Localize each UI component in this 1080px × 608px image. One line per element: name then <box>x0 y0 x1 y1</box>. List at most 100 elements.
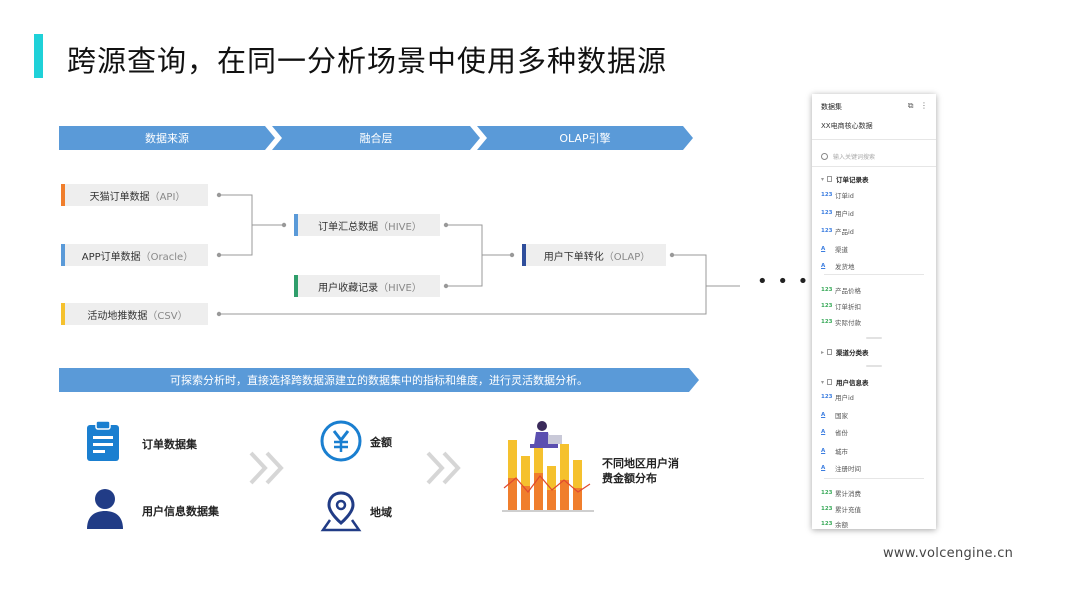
field-name: 订单id <box>835 192 854 200</box>
user-icon <box>87 489 123 529</box>
node-color-bar <box>294 275 298 297</box>
field-item[interactable]: A 省份 <box>821 427 848 437</box>
measure-item[interactable]: 123 产品价格 <box>821 285 861 295</box>
table-name: 用户信息表 <box>836 379 869 387</box>
source-node-tmall: 天猫订单数据（API） <box>61 184 208 206</box>
measure-item[interactable]: 123 累计消费 <box>821 488 861 498</box>
panel-search-input[interactable]: 输入关键词搜索 <box>821 149 927 163</box>
number-icon: 123 <box>821 319 833 325</box>
double-chevron-icon <box>249 451 284 485</box>
field-item[interactable]: 123 产品id <box>821 226 854 236</box>
connector-dot <box>669 252 675 258</box>
field-item[interactable]: 123 订单id <box>821 190 854 200</box>
number-icon: 123 <box>821 490 833 496</box>
panel-divider <box>812 166 936 167</box>
ellipsis: • • • <box>757 271 811 292</box>
measure-item[interactable]: 123 累计充值 <box>821 504 861 514</box>
text-icon: A <box>821 429 826 435</box>
connector-line <box>219 286 707 315</box>
node-label: 订单汇总数据（HIVE） <box>318 221 422 233</box>
measure-item[interactable]: 123 实际付款 <box>821 317 861 327</box>
panel-link-icon[interactable]: ⧉ <box>908 101 914 110</box>
olap-node-conversion: 用户下单转化（OLAP） <box>522 244 666 266</box>
table-name: 渠道分类表 <box>836 349 869 357</box>
table-icon <box>827 379 833 385</box>
node-label: APP订单数据（Oracle） <box>81 251 194 263</box>
connector-dot <box>216 192 222 198</box>
dataset-label-orders: 订单数据集 <box>142 438 197 451</box>
node-color-bar <box>294 214 298 236</box>
field-name: 国家 <box>835 412 848 420</box>
table-name: 订单记录表 <box>836 176 869 184</box>
field-item[interactable]: A 城市 <box>821 446 848 456</box>
bar-chart-illustration <box>502 421 594 512</box>
panel-actions: ⧉ ⋮ <box>908 101 928 111</box>
field-item[interactable]: A 发货地 <box>821 261 855 271</box>
number-icon: 123 <box>821 303 833 309</box>
field-name: 城市 <box>835 448 848 456</box>
field-item[interactable]: A 注册时间 <box>821 463 861 473</box>
node-color-bar <box>61 184 65 206</box>
text-icon: A <box>821 465 826 471</box>
field-name: 渠道 <box>835 246 848 254</box>
node-label: 用户下单转化（OLAP） <box>543 251 651 263</box>
number-icon: 123 <box>821 210 833 216</box>
text-icon: A <box>821 448 826 454</box>
panel-resize-handle[interactable] <box>866 365 882 367</box>
panel-divider <box>824 478 924 479</box>
panel-title: 数据集 <box>821 103 842 111</box>
text-icon: A <box>821 412 826 418</box>
field-name: 用户id <box>835 210 854 218</box>
measure-item[interactable]: 123 订单折扣 <box>821 301 861 311</box>
dataset-label-users: 用户信息数据集 <box>142 505 219 518</box>
result-label: 不同地区用户消 费金额分布 <box>602 456 679 486</box>
field-item[interactable]: A 国家 <box>821 410 848 420</box>
table-icon <box>827 176 833 182</box>
result-label-line: 不同地区用户消 <box>602 457 679 470</box>
source-node-app: APP订单数据（Oracle） <box>61 244 208 266</box>
node-label: 用户收藏记录（HIVE） <box>318 282 422 294</box>
field-item[interactable]: 123 用户id <box>821 392 854 402</box>
text-icon: A <box>821 263 826 269</box>
panel-divider <box>812 139 936 140</box>
table-item-orders[interactable]: ▾ 订单记录表 <box>821 174 869 185</box>
field-name: 产品id <box>835 228 854 236</box>
panel-dataset-name: XX电商核心数据 <box>821 122 873 130</box>
number-icon: 123 <box>821 394 833 400</box>
measure-name: 累计消费 <box>835 490 861 498</box>
measure-name: 订单折扣 <box>835 303 861 311</box>
panel-divider <box>824 274 924 275</box>
connector-dot <box>443 283 449 289</box>
search-icon <box>821 152 828 160</box>
connector-dot <box>216 252 222 258</box>
node-color-bar <box>522 244 526 266</box>
connector-line <box>219 225 253 256</box>
connector-dot <box>509 252 515 258</box>
node-color-bar <box>61 244 65 266</box>
double-chevron-icon <box>426 451 461 485</box>
measure-name: 实际付款 <box>835 319 861 327</box>
table-item-channel[interactable]: ▸ 渠道分类表 <box>821 347 869 358</box>
caret-down-icon[interactable]: ▾ <box>821 379 824 386</box>
text-icon: A <box>821 246 826 252</box>
clipboard-icon <box>87 420 119 461</box>
connector-line <box>672 254 740 287</box>
explore-banner: 可探索分析时，直接选择跨数据源建立的数据集中的指标和维度，进行灵活数据分析。 <box>59 368 699 392</box>
field-name: 发货地 <box>835 263 855 271</box>
field-label-amount: 金额 <box>370 436 392 449</box>
panel-more-icon[interactable]: ⋮ <box>920 101 928 110</box>
measure-name: 余额 <box>835 521 848 529</box>
node-label: 天猫订单数据（API） <box>89 191 186 203</box>
caret-right-icon[interactable]: ▸ <box>821 349 824 356</box>
panel-resize-handle[interactable] <box>866 337 882 339</box>
number-icon: 123 <box>821 521 833 527</box>
number-icon: 123 <box>821 506 833 512</box>
caret-down-icon[interactable]: ▾ <box>821 176 824 183</box>
table-item-users[interactable]: ▾ 用户信息表 <box>821 377 869 388</box>
measure-name: 累计充值 <box>835 506 861 514</box>
field-item[interactable]: 123 用户id <box>821 208 854 218</box>
field-name: 注册时间 <box>835 465 861 473</box>
field-item[interactable]: A 渠道 <box>821 244 848 254</box>
number-icon: 123 <box>821 228 833 234</box>
measure-item[interactable]: 123 余额 <box>821 519 848 529</box>
